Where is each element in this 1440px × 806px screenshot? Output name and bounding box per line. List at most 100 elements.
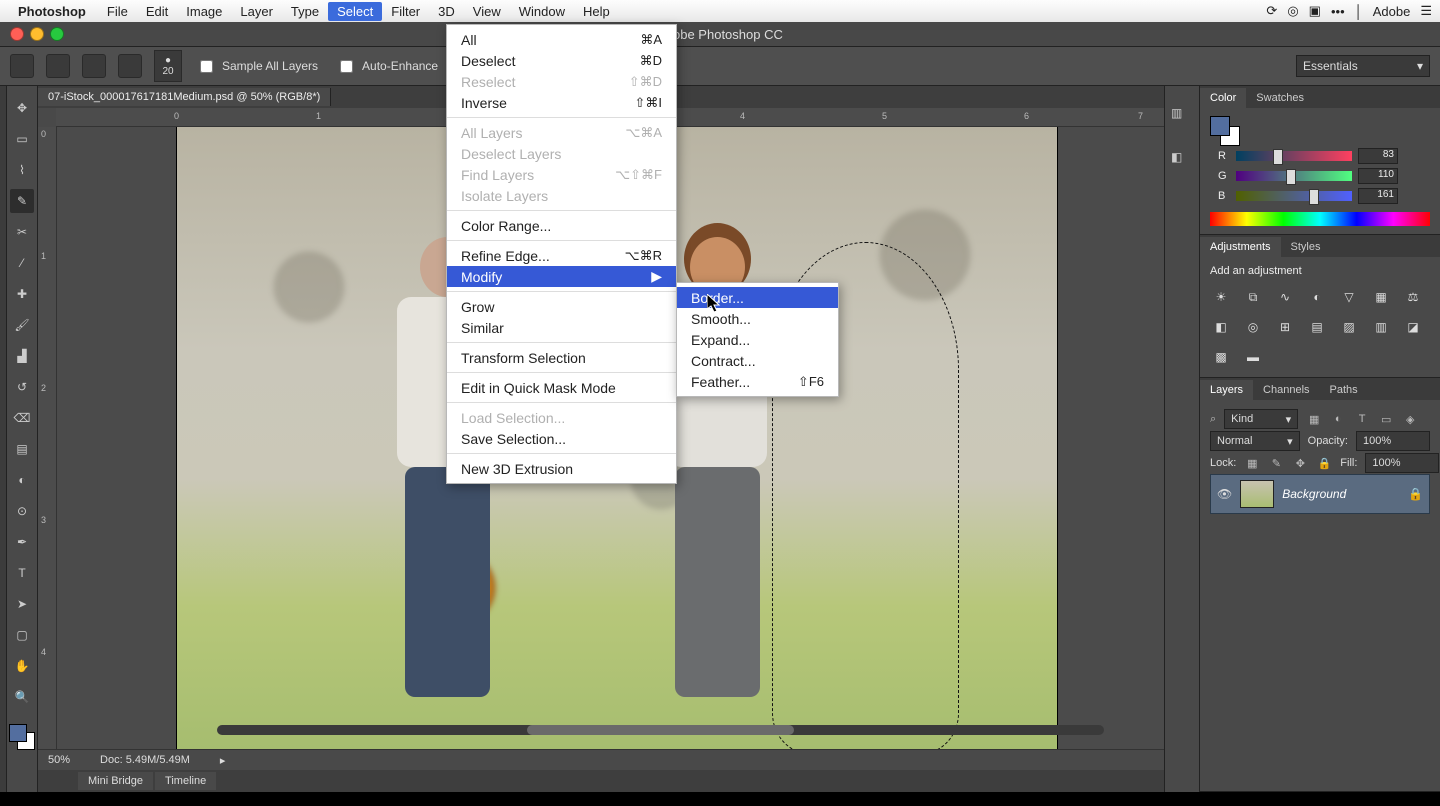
tab-styles[interactable]: Styles	[1281, 237, 1331, 257]
menu-type[interactable]: Type	[282, 2, 328, 21]
menu-item-transform-selection[interactable]: Transform Selection	[447, 347, 676, 368]
tab-paths[interactable]: Paths	[1320, 380, 1368, 400]
menu-select[interactable]: Select	[328, 2, 382, 21]
exposure-icon[interactable]: ◐	[1306, 287, 1328, 307]
levels-icon[interactable]: ⧉	[1242, 287, 1264, 307]
photo-filter-icon[interactable]: ◎	[1242, 317, 1264, 337]
color-spectrum[interactable]	[1210, 212, 1430, 226]
type-tool[interactable]: T	[10, 561, 34, 585]
search-icon[interactable]: ⌕	[1210, 413, 1216, 426]
invert-icon[interactable]: ▨	[1338, 317, 1360, 337]
black-white-icon[interactable]: ◧	[1210, 317, 1232, 337]
fg-swatch[interactable]	[1210, 116, 1230, 136]
brightness-contrast-icon[interactable]: ☀	[1210, 287, 1232, 307]
value-r[interactable]: 83	[1358, 148, 1398, 164]
notification-icon[interactable]: ▣	[1309, 3, 1321, 19]
menu-file[interactable]: File	[98, 2, 137, 21]
scrollbar-thumb[interactable]	[527, 725, 793, 735]
select-menu-dropdown[interactable]: All⌘ADeselect⌘DReselect⇧⌘DInverse⇧⌘IAll …	[446, 24, 677, 484]
color-swatch-pair[interactable]	[1210, 116, 1240, 146]
cloud-icon[interactable]: ◎	[1287, 3, 1298, 19]
tab-channels[interactable]: Channels	[1253, 380, 1319, 400]
menu-item-edit-in-quick-mask-mode[interactable]: Edit in Quick Mask Mode	[447, 377, 676, 398]
selective-color-icon[interactable]: ▩	[1210, 347, 1232, 367]
sample-all-layers-checkbox[interactable]: Sample All Layers	[196, 57, 318, 76]
layer-thumbnail[interactable]	[1240, 480, 1274, 508]
zoom-level[interactable]: 50%	[48, 754, 70, 766]
menu-image[interactable]: Image	[177, 2, 231, 21]
menu-item-similar[interactable]: Similar	[447, 317, 676, 338]
zoom-tool[interactable]: 🔍	[10, 685, 34, 709]
menu-item-inverse[interactable]: Inverse⇧⌘I	[447, 92, 676, 113]
menu-item-color-range[interactable]: Color Range...	[447, 215, 676, 236]
status-arrow-icon[interactable]: ▸	[220, 754, 226, 767]
menu-help[interactable]: Help	[574, 2, 619, 21]
crop-tool[interactable]: ✂	[10, 220, 34, 244]
workspace-switcher[interactable]: Essentials ▾	[1296, 55, 1430, 77]
curves-icon[interactable]: ∿	[1274, 287, 1296, 307]
blur-tool[interactable]: ◐	[10, 468, 34, 492]
sync-icon[interactable]: ⟳	[1266, 3, 1277, 19]
posterize-icon[interactable]: ▥	[1370, 317, 1392, 337]
opacity-input[interactable]: 100%	[1356, 431, 1430, 451]
submenu-item-contract[interactable]: Contract...	[677, 350, 838, 371]
menu-item-grow[interactable]: Grow	[447, 296, 676, 317]
tab-timeline[interactable]: Timeline	[155, 772, 216, 790]
layer-filter-icons[interactable]: ▦◐T▭◈	[1306, 413, 1418, 426]
hue-saturation-icon[interactable]: ▦	[1370, 287, 1392, 307]
tab-mini-bridge[interactable]: Mini Bridge	[78, 772, 153, 790]
foreground-color[interactable]	[9, 724, 27, 742]
color-balance-icon[interactable]: ⚖	[1402, 287, 1424, 307]
tab-color[interactable]: Color	[1200, 88, 1246, 108]
menu-item-modify[interactable]: Modify▶	[447, 266, 676, 287]
mac-menubar[interactable]: Photoshop File Edit Image Layer Type Sel…	[0, 0, 1440, 22]
document-tab[interactable]: 07-iStock_000017617181Medium.psd @ 50% (…	[38, 88, 331, 106]
auto-enhance-checkbox[interactable]: Auto-Enhance	[336, 57, 438, 76]
fill-input[interactable]: 100%	[1365, 453, 1439, 473]
quicksel-subtract-icon[interactable]	[118, 54, 142, 78]
submenu-item-feather[interactable]: Feather...⇧F6	[677, 371, 838, 392]
doc-size[interactable]: Doc: 5.49M/5.49M	[100, 754, 190, 766]
dodge-tool[interactable]: ⊙	[10, 499, 34, 523]
marquee-tool[interactable]: ▭	[10, 127, 34, 151]
submenu-item-expand[interactable]: Expand...	[677, 329, 838, 350]
tool-preset-icon[interactable]	[10, 54, 34, 78]
history-brush-tool[interactable]: ↺	[10, 375, 34, 399]
hand-tool[interactable]: ✋	[10, 654, 34, 678]
layer-name[interactable]: Background	[1282, 487, 1346, 501]
menu-3d[interactable]: 3D	[429, 2, 464, 21]
eyedropper-tool[interactable]: ⁄	[10, 251, 34, 275]
menu-extras-icon[interactable]: ☰	[1420, 3, 1432, 19]
move-tool[interactable]: ✥	[10, 96, 34, 120]
clone-stamp-tool[interactable]: ▟	[10, 344, 34, 368]
ruler-vertical[interactable]: 0 1 2 3 4	[38, 127, 57, 749]
scrollbar-horizontal[interactable]	[217, 725, 1104, 735]
menu-item-refine-edge[interactable]: Refine Edge...⌥⌘R	[447, 245, 676, 266]
submenu-item-smooth[interactable]: Smooth...	[677, 308, 838, 329]
blend-mode-select[interactable]: Normal▾	[1210, 431, 1300, 451]
more-icon[interactable]: •••	[1331, 4, 1345, 19]
properties-panel-icon[interactable]: ◧	[1171, 150, 1193, 172]
menu-layer[interactable]: Layer	[231, 2, 282, 21]
modify-submenu-dropdown[interactable]: Border...Smooth...Expand...Contract...Fe…	[676, 282, 839, 397]
brush-picker[interactable]: ● 20	[154, 50, 182, 82]
slider-g[interactable]: G110	[1218, 166, 1398, 186]
menu-item-save-selection[interactable]: Save Selection...	[447, 428, 676, 449]
value-g[interactable]: 110	[1358, 168, 1398, 184]
slider-b[interactable]: B161	[1218, 186, 1398, 206]
quicksel-add-icon[interactable]	[82, 54, 106, 78]
quick-selection-tool[interactable]: ✎	[10, 189, 34, 213]
threshold-icon[interactable]: ◪	[1402, 317, 1424, 337]
history-panel-icon[interactable]: ▥	[1171, 106, 1193, 128]
menu-edit[interactable]: Edit	[137, 2, 177, 21]
healing-brush-tool[interactable]: ✚	[10, 282, 34, 306]
tab-swatches[interactable]: Swatches	[1246, 88, 1314, 108]
foreground-background-colors[interactable]	[9, 724, 35, 750]
menu-filter[interactable]: Filter	[382, 2, 429, 21]
app-name[interactable]: Photoshop	[18, 4, 86, 19]
menu-item-deselect[interactable]: Deselect⌘D	[447, 50, 676, 71]
tab-layers[interactable]: Layers	[1200, 380, 1253, 400]
visibility-icon[interactable]: 👁	[1217, 487, 1232, 501]
menu-item-all[interactable]: All⌘A	[447, 29, 676, 50]
menu-item-new-3d-extrusion[interactable]: New 3D Extrusion	[447, 458, 676, 479]
